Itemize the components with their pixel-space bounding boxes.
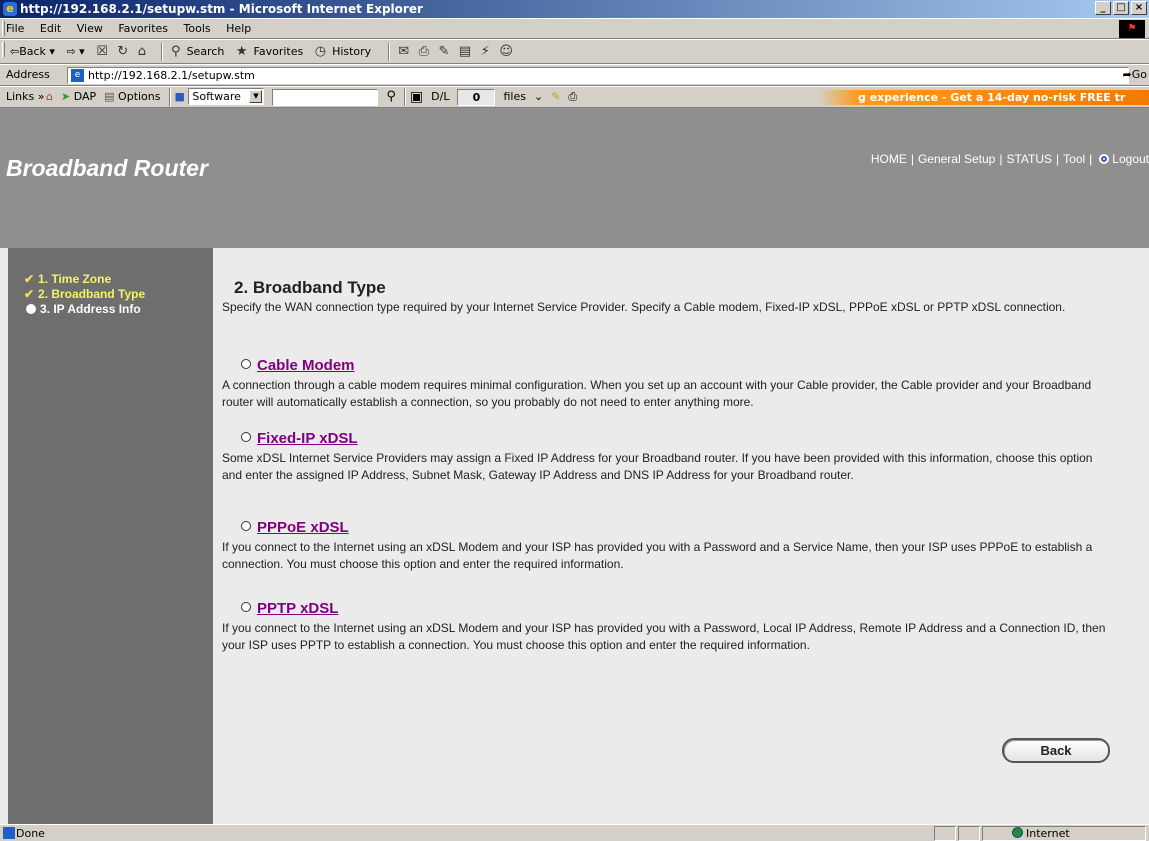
router-brand: Broadband Router	[6, 155, 208, 181]
favorites-button[interactable]: Favorites	[254, 40, 304, 63]
top-nav: HOME | General Setup | STATUS | Tool | Logout	[870, 152, 1149, 166]
ie-logo-icon: e	[3, 2, 17, 16]
download-icon[interactable]: ▣	[410, 87, 423, 107]
option-fixed-ip[interactable]: Fixed-IP xDSL	[241, 430, 358, 447]
maximize-button[interactable]: □	[1113, 1, 1129, 15]
menu-tools[interactable]: Tools	[178, 19, 217, 38]
current-step-icon	[26, 304, 36, 314]
contact-icon[interactable]: ☺	[499, 40, 513, 63]
ad-banner[interactable]: g experience - Get a 14-day no-risk FREE…	[818, 90, 1149, 105]
windows-logo-icon: ⚑	[1119, 20, 1145, 38]
print-small-icon[interactable]: ⎙	[568, 87, 577, 107]
zone-indicator: Internet	[1012, 826, 1070, 841]
chevron-down-icon[interactable]: ⌄	[534, 87, 543, 107]
radio-icon[interactable]	[241, 602, 251, 612]
page-title: 2. Broadband Type	[234, 278, 386, 297]
wizard-steps: ✔ 1. Time Zone ✔ 2. Broadband Type 3. IP A…	[8, 248, 213, 824]
address-bar: Address e http://192.168.2.1/setupw.stm …	[0, 64, 1149, 86]
nav-general-setup[interactable]: General Setup	[918, 152, 995, 166]
go-button[interactable]: ➦Go	[1123, 65, 1147, 85]
close-button[interactable]: ×	[1131, 1, 1147, 15]
menu-edit[interactable]: Edit	[34, 19, 67, 38]
search-icon: ⚲	[171, 44, 181, 59]
check-icon: ✔	[24, 272, 35, 286]
address-url: http://192.168.2.1/setupw.stm	[88, 69, 255, 82]
links-label[interactable]: Links »	[6, 87, 44, 107]
print-icon[interactable]: ⎙	[419, 40, 429, 63]
step-ip-address-info[interactable]: 3. IP Address Info	[24, 302, 141, 316]
radio-icon[interactable]	[241, 521, 251, 531]
menu-help[interactable]: Help	[220, 19, 257, 38]
standard-toolbar: ⇦Back ▾ ⇨ ▾ ☒ ↻ ⌂ ⚲ Search ★ Favorites ◷ Hi…	[0, 39, 1149, 64]
home-links-icon[interactable]: ⌂	[46, 87, 53, 107]
step-broadband-type[interactable]: ✔ 2. Broadband Type	[24, 287, 145, 301]
stop-icon[interactable]: ☒	[96, 40, 108, 63]
history-button[interactable]: History	[332, 40, 371, 63]
step-time-zone[interactable]: ✔ 1. Time Zone	[24, 272, 111, 286]
menu-view[interactable]: View	[71, 19, 109, 38]
option-pptp[interactable]: PPTP xDSL	[241, 600, 338, 617]
links-bar: Links » ⌂ ➤ DAP ▤ Options ■ Software ▼ ⚲ …	[0, 86, 1149, 108]
check-icon: ✔	[24, 287, 35, 301]
option-desc: A connection through a cable modem requi…	[222, 378, 1092, 409]
option-desc: If you connect to the Internet using an …	[222, 621, 1106, 652]
download-count: 0	[457, 88, 496, 106]
discuss-icon[interactable]: ▤	[459, 40, 471, 63]
intro-text: Specify the WAN connection type required…	[222, 300, 1066, 314]
address-input[interactable]: e http://192.168.2.1/setupw.stm	[67, 67, 1129, 84]
highlight-icon[interactable]: ✎	[551, 87, 560, 107]
favorites-icon: ★	[235, 44, 248, 59]
window-title: http://192.168.2.1/setupw.stm - Microsof…	[20, 2, 423, 16]
status-text: Done	[16, 827, 45, 840]
refresh-icon[interactable]: ↻	[117, 40, 128, 63]
title-bar: e http://192.168.2.1/setupw.stm - Micros…	[0, 0, 1149, 18]
forward-button[interactable]: ⇨ ▾	[66, 40, 84, 63]
nav-status[interactable]: STATUS	[1006, 152, 1052, 166]
option-cable-modem[interactable]: Cable Modem	[241, 357, 355, 374]
status-bar: Done Internet	[0, 824, 1149, 841]
browser-window: e http://192.168.2.1/setupw.stm - Micros…	[0, 0, 1149, 841]
back-button-page[interactable]: Back	[1002, 738, 1110, 763]
option-desc: If you connect to the Internet using an …	[222, 540, 1093, 571]
radio-icon[interactable]	[241, 432, 251, 442]
history-icon: ◷	[314, 44, 327, 59]
search-button[interactable]: Search	[187, 40, 225, 63]
back-button[interactable]: ⇦Back ▾	[10, 40, 55, 63]
globe-icon	[1012, 827, 1023, 838]
nav-tool[interactable]: Tool	[1063, 152, 1085, 166]
software-dropdown[interactable]: Software ▼	[188, 88, 265, 105]
address-label: Address	[6, 68, 50, 81]
radio-icon[interactable]	[241, 359, 251, 369]
page-status-icon	[3, 827, 15, 839]
files-label: files	[503, 90, 526, 103]
main-content: 2. Broadband Type Specify the WAN connec…	[213, 248, 1149, 824]
nav-logout[interactable]: Logout	[1112, 152, 1149, 166]
option-pppoe[interactable]: PPPoE xDSL	[241, 519, 349, 536]
mail-icon[interactable]: ✉	[398, 40, 409, 63]
dap-button[interactable]: ➤ DAP	[61, 87, 96, 107]
nav-home[interactable]: HOME	[871, 152, 907, 166]
messenger-icon[interactable]: ⚡	[481, 40, 490, 63]
logout-icon	[1099, 154, 1110, 164]
minimize-button[interactable]: _	[1095, 1, 1111, 15]
dl-label: D/L	[431, 90, 450, 103]
toolbar-search-input[interactable]	[272, 88, 379, 106]
menu-bar: File Edit View Favorites Tools Help ⚑	[0, 18, 1149, 39]
option-desc: Some xDSL Internet Service Providers may…	[222, 451, 1093, 482]
page-icon: e	[71, 69, 84, 82]
home-icon[interactable]: ⌂	[138, 40, 146, 63]
menu-favorites[interactable]: Favorites	[112, 19, 174, 38]
find-icon[interactable]: ⚲	[386, 87, 396, 107]
software-button[interactable]: ■ Software ▼	[175, 87, 265, 107]
edit-icon[interactable]: ✎	[439, 40, 450, 63]
router-page: Broadband Router HOME | General Setup | STAT…	[0, 108, 1149, 824]
options-button[interactable]: ▤ Options	[104, 87, 160, 107]
router-header: Broadband Router HOME | General Setup | STAT…	[0, 108, 1149, 248]
